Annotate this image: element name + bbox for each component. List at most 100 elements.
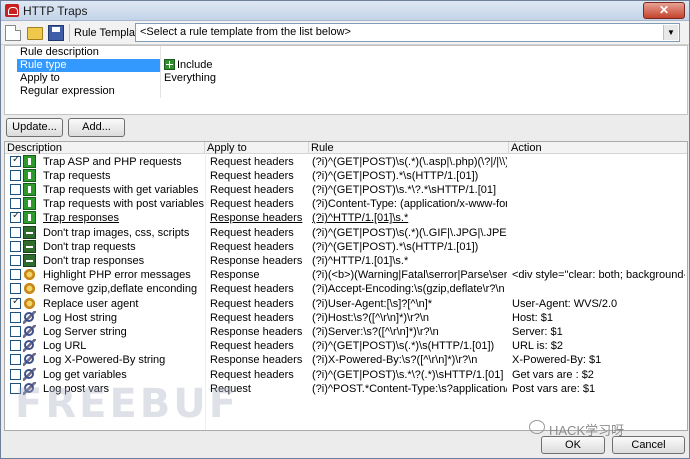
rule-cell: (?i)^(GET|POST)\s(.*)\s(HTTP/1.[01]) [312, 340, 495, 353]
description-cell: Log X-Powered-By string [9, 353, 207, 367]
rule-cell: (?i)^HTTP/1.[01]\s.* [312, 254, 409, 267]
table-row[interactable]: Remove gzip,deflate enconding Request hea… [5, 282, 687, 296]
title-bar: HTTP Traps ✕ [1, 1, 689, 21]
close-button[interactable]: ✕ [643, 2, 685, 19]
prop-regular-expression[interactable]: Regular expression [5, 85, 687, 98]
apply-to-cell: Request headers [210, 240, 294, 253]
exclude-rule-icon [23, 253, 36, 267]
dropdown-arrow-icon[interactable]: ▼ [663, 25, 678, 40]
table-row[interactable]: Log get variables Request headers (?i)^(GE… [5, 367, 687, 382]
new-file-icon[interactable] [5, 25, 21, 41]
prop-rule-description[interactable]: Rule description [5, 46, 687, 59]
apply-to-cell: Request headers [210, 297, 294, 310]
rule-description: Log get variables [43, 368, 127, 381]
rule-description: Highlight PHP error messages [43, 269, 191, 282]
exclude-rule-icon [23, 239, 36, 253]
header-description[interactable]: Description [5, 142, 205, 154]
row-checkbox[interactable] [10, 210, 21, 224]
row-checkbox[interactable] [10, 240, 21, 252]
table-row[interactable]: Don't trap responses Response headers (?i)… [5, 253, 687, 268]
apply-to-cell: Request headers [210, 311, 294, 324]
table-row[interactable]: Log X-Powered-By string Response headers (… [5, 353, 687, 367]
header-rule[interactable]: Rule [309, 142, 509, 154]
row-checkbox[interactable] [10, 154, 21, 167]
rule-cell: (?i)^(GET|POST)\s(.*)(\.asp|\.php)(\?|/|… [312, 155, 507, 168]
row-checkbox[interactable] [10, 325, 21, 337]
table-row[interactable]: Log Server string Response headers (?i)Ser… [5, 324, 687, 339]
description-cell: Log get variables [9, 367, 207, 382]
action-cell: X-Powered-By: $1 [512, 354, 602, 367]
description-cell: Don't trap images, css, scripts [9, 225, 207, 240]
table-row[interactable]: Highlight PHP error messages Response (?i)… [5, 268, 687, 282]
table-row[interactable]: Trap requests Request headers (?i)^(GET|PO… [5, 168, 687, 183]
prop-rule-type[interactable]: Rule type Include [5, 59, 687, 72]
add-button[interactable]: Add... [68, 118, 125, 137]
row-checkbox[interactable] [10, 283, 21, 295]
rule-cell: (?i)X-Powered-By:\s?([^\r\n]*)\r?\n [312, 354, 478, 367]
rule-description: Trap requests [43, 169, 111, 182]
rule-cell: (?i)Host:\s?([^\r\n]*)\r?\n [312, 311, 430, 324]
prop-name: Apply to [20, 72, 60, 84]
exclude-rule-icon [23, 225, 36, 239]
prop-value[interactable] [160, 85, 687, 98]
prop-apply-to[interactable]: Apply to Everything [5, 72, 687, 85]
table-row[interactable]: Log URL Request headers (?i)^(GET|POST)\s(… [5, 339, 687, 353]
apply-to-cell: Response headers [210, 354, 303, 367]
row-checkbox[interactable] [10, 311, 21, 323]
header-apply-to[interactable]: Apply to [205, 142, 309, 154]
cancel-button[interactable]: Cancel [612, 436, 685, 454]
include-rule-icon [23, 168, 36, 182]
table-row[interactable]: Trap requests with post variables Request… [5, 197, 687, 211]
rule-cell: (?i)(<b>)(Warning|Fatal\serror|Parse\ser… [312, 269, 507, 282]
rule-cell: (?i)Server:\s?([^\r\n]*)\r?\n [312, 325, 439, 338]
description-cell: Replace user agent [9, 296, 207, 311]
row-checkbox[interactable] [10, 354, 21, 366]
table-row[interactable]: Trap requests with get variables Request … [5, 182, 687, 197]
rule-description: Log Server string [43, 325, 127, 338]
row-checkbox[interactable] [10, 368, 21, 380]
row-checkbox[interactable] [10, 226, 21, 238]
action-cell: Post vars are: $1 [512, 382, 596, 395]
open-folder-icon[interactable] [27, 27, 43, 40]
rule-description: Don't trap images, css, scripts [43, 226, 190, 239]
row-checkbox[interactable] [10, 183, 21, 195]
table-row[interactable]: Don't trap images, css, scripts Request h… [5, 225, 687, 240]
prop-value[interactable] [160, 46, 687, 59]
header-action[interactable]: Action [509, 142, 687, 154]
row-checkbox[interactable] [10, 198, 21, 210]
description-cell: Highlight PHP error messages [9, 268, 207, 282]
rule-template-select[interactable]: <Select a rule template from the list be… [135, 23, 680, 42]
apply-to-cell: Request headers [210, 340, 294, 353]
rule-cell: (?i)^(GET|POST).*\s(HTTP/1.[01]) [312, 169, 479, 182]
wechat-icon [529, 420, 545, 434]
table-row[interactable]: Trap responses Response headers (?i)^HTTP/… [5, 210, 687, 225]
prop-value-container[interactable]: Include [160, 59, 687, 72]
rule-cell: (?i)User-Agent:[\s]?[^\n]* [312, 297, 433, 310]
include-rule-icon [23, 211, 36, 225]
update-button[interactable]: Update... [6, 118, 63, 137]
rule-description: Trap responses [43, 212, 120, 225]
row-checkbox[interactable] [10, 169, 21, 181]
ok-button[interactable]: OK [541, 436, 605, 454]
log-rule-icon [23, 310, 36, 324]
rule-description: Log X-Powered-By string [43, 354, 166, 367]
rule-cell: (?i)Accept-Encoding:\s(gzip,deflate\r?\n [312, 283, 505, 296]
rule-description: Don't trap responses [43, 254, 145, 267]
table-row[interactable]: Replace user agent Request headers (?i)Use… [5, 296, 687, 311]
row-checkbox[interactable] [10, 254, 21, 266]
prop-value[interactable]: Everything [160, 72, 687, 85]
action-cell: Host: $1 [512, 311, 553, 324]
http-traps-window: HTTP Traps ✕ Rule Template: <Select a ru… [0, 0, 690, 459]
table-row[interactable]: Don't trap requests Request headers (?i)^(… [5, 239, 687, 254]
row-checkbox[interactable] [10, 269, 21, 281]
rule-description: Trap requests with get variables [43, 183, 199, 196]
save-disk-icon[interactable] [48, 25, 64, 41]
log-rule-icon [23, 353, 36, 367]
table-row[interactable]: Trap ASP and PHP requests Request headers… [5, 154, 687, 169]
description-cell: Trap requests with get variables [9, 182, 207, 197]
apply-to-cell: Request headers [210, 368, 294, 381]
row-checkbox[interactable] [10, 340, 21, 352]
row-checkbox[interactable] [10, 296, 21, 309]
table-row[interactable]: Log Host string Request headers (?i)Host:\… [5, 310, 687, 325]
description-cell: Log Host string [9, 310, 207, 325]
